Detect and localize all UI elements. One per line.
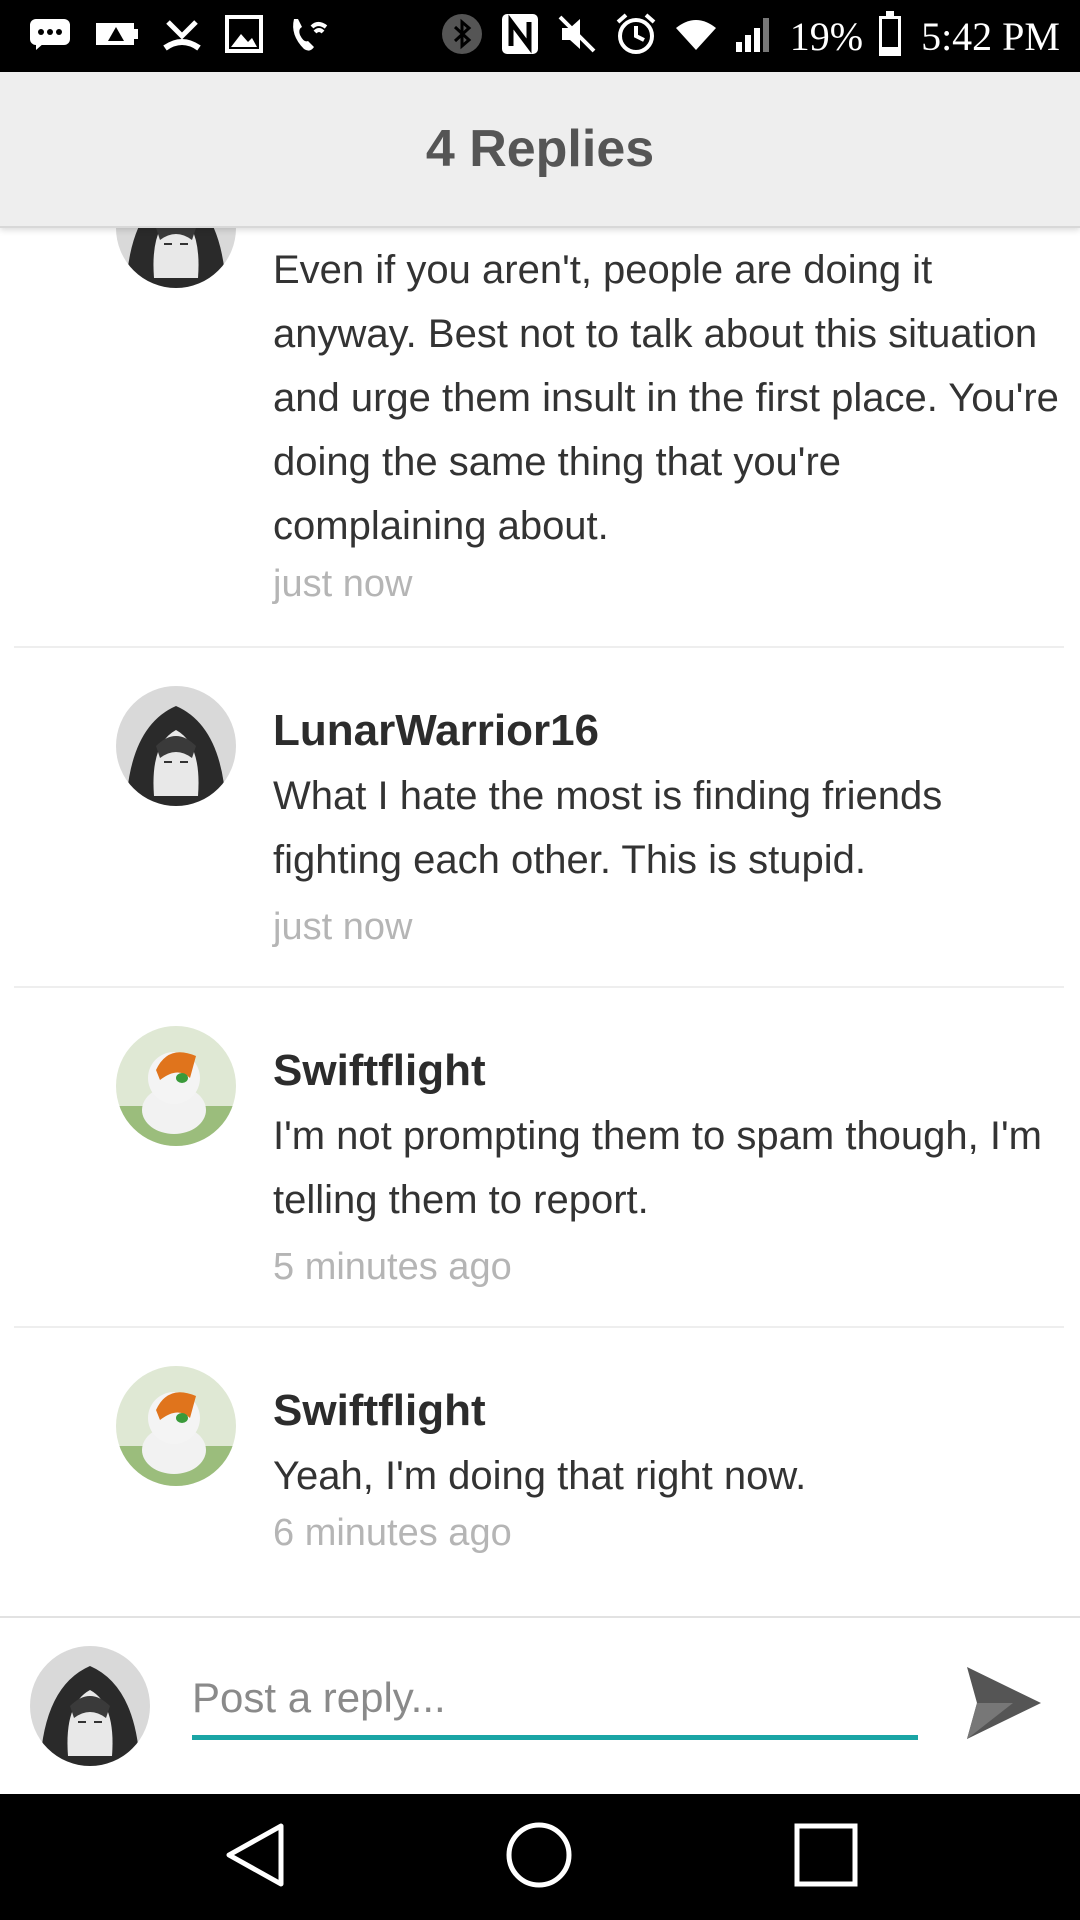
battery-percent: 19% <box>789 13 864 59</box>
image-icon <box>224 14 264 59</box>
alarm-icon <box>614 12 658 61</box>
nfc-icon <box>500 12 540 61</box>
notification-icons <box>28 0 332 72</box>
reply-timestamp: 5 minutes ago <box>273 1246 512 1288</box>
reply-timestamp: 6 minutes ago <box>273 1512 512 1554</box>
home-button[interactable] <box>489 1814 589 1900</box>
avatar[interactable] <box>116 228 236 288</box>
back-icon <box>221 1820 291 1895</box>
replies-list[interactable]: Even if you aren't, people are doing it … <box>14 228 1064 1616</box>
reply-item: Even if you aren't, people are doing it … <box>14 228 1064 648</box>
status-bar: 19% 5:42 PM <box>0 0 1080 72</box>
avatar[interactable] <box>116 1026 236 1146</box>
wifi-icon <box>674 16 718 57</box>
reply-item: LunarWarrior16 What I hate the most is f… <box>14 648 1064 988</box>
page-title: 4 Replies <box>425 120 655 178</box>
reply-timestamp: just now <box>273 563 413 605</box>
recents-icon <box>791 1820 861 1895</box>
send-button[interactable] <box>960 1662 1046 1748</box>
avatar[interactable] <box>116 686 236 806</box>
reply-item: Swiftflight Yeah, I'm doing that right n… <box>14 1328 1064 1616</box>
current-user-avatar <box>30 1646 150 1766</box>
recents-button[interactable] <box>776 1814 876 1900</box>
reply-timestamp: just now <box>273 906 413 948</box>
reply-body: What I hate the most is finding friends … <box>273 774 943 882</box>
reply-input[interactable] <box>192 1660 918 1740</box>
mute-icon <box>556 13 598 60</box>
bluetooth-icon <box>440 12 484 61</box>
message-icon <box>28 17 72 56</box>
reply-body: Yeah, I'm doing that right now. <box>273 1454 807 1498</box>
home-icon <box>504 1820 574 1895</box>
battery-icon <box>879 11 902 56</box>
signal-icon <box>734 14 774 59</box>
clock: 5:42 PM <box>921 13 1060 59</box>
reply-item: Swiftflight I'm not prompting them to sp… <box>14 988 1064 1328</box>
reply-body: I'm not prompting them to spam though, I… <box>273 1114 1042 1222</box>
reply-username[interactable]: Swiftflight <box>273 1386 486 1436</box>
send-icon <box>963 1663 1043 1748</box>
missed-call-icon <box>162 14 202 59</box>
wifi-call-icon <box>286 13 332 60</box>
battery-saver-icon <box>94 19 140 54</box>
reply-username[interactable]: LunarWarrior16 <box>273 706 599 756</box>
system-icons: 19% 5:42 PM <box>440 0 1060 72</box>
back-button[interactable] <box>206 1814 306 1900</box>
reply-username[interactable]: Swiftflight <box>273 1046 486 1096</box>
reply-body: Even if you aren't, people are doing it … <box>273 248 1059 548</box>
system-nav-bar <box>0 1794 1080 1920</box>
avatar[interactable] <box>116 1366 236 1486</box>
app-header: 4 Replies <box>0 72 1080 228</box>
reply-composer <box>0 1616 1080 1794</box>
